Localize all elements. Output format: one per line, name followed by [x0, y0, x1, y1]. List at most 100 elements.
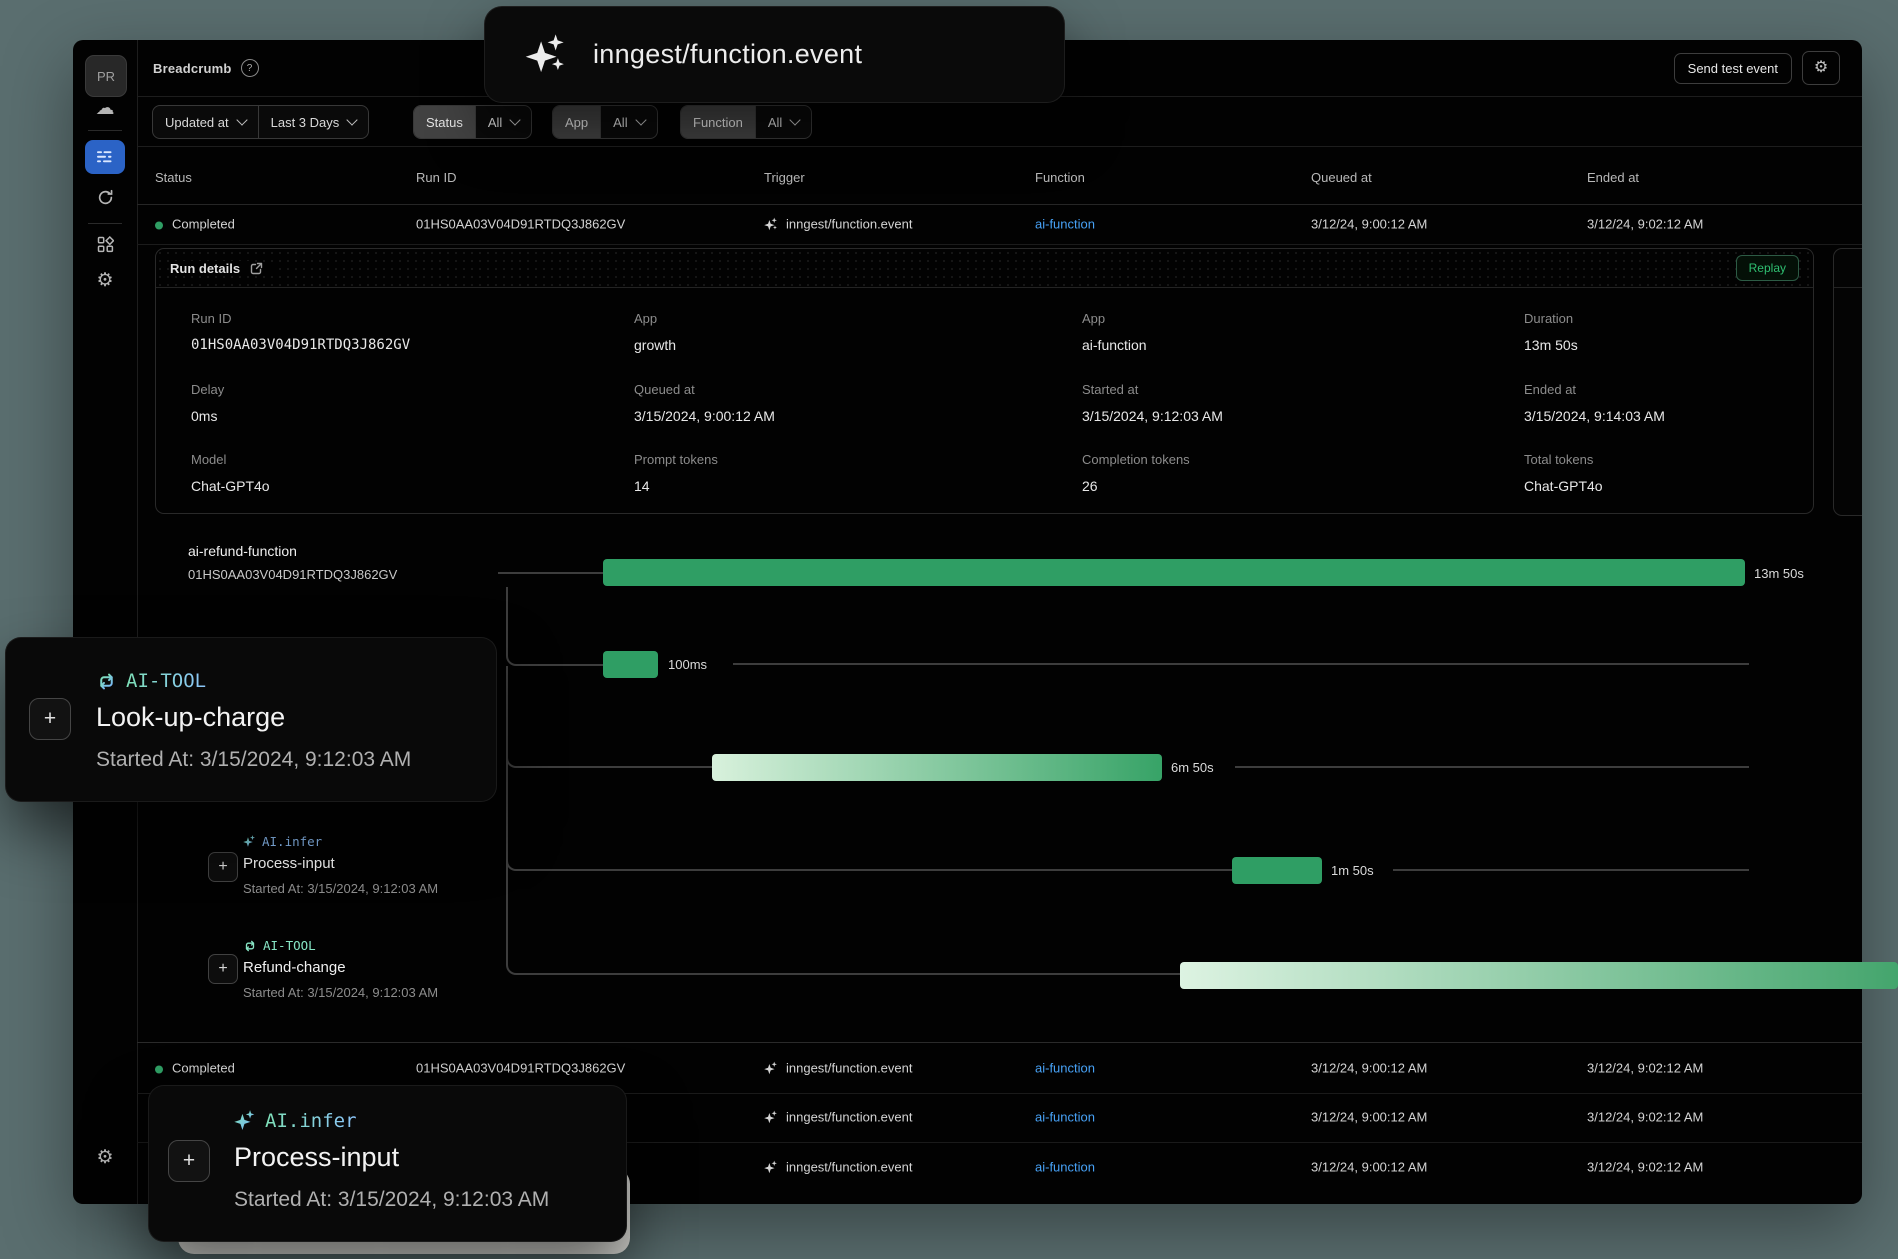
sparkles-icon [764, 1160, 778, 1174]
function-filter-label: Function [681, 106, 755, 138]
field-label: Prompt tokens [634, 452, 718, 467]
table-row[interactable]: Completed 01HS0AA03V04D91RTDQ3J862GV inn… [137, 204, 1862, 245]
table-header: Status Run ID Trigger Function Queued at… [137, 146, 1862, 205]
field-value: 14 [634, 478, 650, 494]
expand-step-button[interactable]: + [29, 698, 71, 740]
trace-bar-root[interactable] [603, 559, 1745, 586]
replay-button[interactable]: Replay [1736, 255, 1799, 281]
field-value: 3/15/2024, 9:12:03 AM [1082, 408, 1223, 424]
function-link[interactable]: ai-function [1035, 1160, 1095, 1175]
duration-label: 100ms [668, 657, 707, 672]
plus-icon: + [44, 707, 56, 731]
external-link-icon[interactable] [250, 262, 275, 275]
step-tooltip-ai-tool: + AI-TOOL Look-up-charge Started At: 3/1… [5, 637, 497, 802]
expand-step-button[interactable]: + [168, 1140, 210, 1182]
run-details-panel: Run details Replay Run ID 01HS0AA03V04D9… [155, 248, 1814, 514]
col-ended: Ended at [1587, 170, 1639, 185]
sparkles-icon [243, 835, 256, 848]
run-details-header: Run details Replay [156, 249, 1813, 288]
trace-bar-100ms[interactable] [603, 651, 658, 678]
function-filter-value[interactable]: All [755, 106, 811, 138]
chevron-down-icon [347, 114, 358, 125]
function-link[interactable]: ai-function [1035, 217, 1095, 232]
step-name: Process-input [234, 1142, 399, 1173]
breadcrumb: Breadcrumb [153, 61, 232, 76]
sparkles-icon [764, 1110, 778, 1124]
sidebar-divider [88, 223, 122, 224]
step-started-at: Started At: 3/15/2024, 9:12:03 AM [96, 748, 411, 772]
event-name: inngest/function.event [593, 39, 862, 70]
expand-step-button[interactable]: + [208, 852, 238, 882]
step-kind-badge: AI.infer [243, 834, 322, 849]
field-label: Completion tokens [1082, 452, 1190, 467]
plus-icon: + [218, 961, 227, 977]
filter-bar: Updated at Last 3 Days Status All App Al… [137, 97, 1862, 147]
field-value: 3/15/2024, 9:14:03 AM [1524, 408, 1665, 424]
event-pill: inngest/function.event [484, 6, 1065, 103]
sparkles-icon [234, 1110, 256, 1132]
plus-icon: + [183, 1149, 195, 1173]
trace-root-name[interactable]: ai-refund-function [188, 543, 297, 559]
step-name[interactable]: Process-input [243, 855, 335, 872]
col-status: Status [155, 170, 192, 185]
status-filter[interactable]: Status All [413, 105, 532, 139]
duration-label: 6m 50s [1171, 760, 1214, 775]
field-value: 3/15/2024, 9:00:12 AM [634, 408, 775, 424]
app-filter[interactable]: App All [552, 105, 658, 139]
trace-bar-1m50s[interactable] [1232, 857, 1322, 884]
plus-icon: + [218, 859, 227, 875]
gear-icon-bottom[interactable]: ⚙ [73, 1148, 137, 1167]
function-filter[interactable]: Function All [680, 105, 812, 139]
trace-bar-6m50s[interactable] [712, 754, 1162, 781]
sort-range-dropdown: Updated at Last 3 Days [152, 105, 369, 139]
field-label: Model [191, 452, 226, 467]
col-queued: Queued at [1311, 170, 1372, 185]
repeat-icon [96, 671, 117, 692]
status-dot [155, 221, 163, 229]
function-link[interactable]: ai-function [1035, 1061, 1095, 1076]
trace-track [1393, 869, 1749, 871]
cloud-icon[interactable]: ☁ [73, 99, 137, 118]
refresh-icon[interactable] [73, 189, 137, 206]
field-label: Total tokens [1524, 452, 1593, 467]
field-label: Ended at [1524, 382, 1576, 397]
status-filter-value[interactable]: All [475, 106, 531, 138]
sparkles-icon [764, 217, 778, 231]
app-filter-label: App [553, 106, 600, 138]
trace-bar-refund-change[interactable] [1180, 962, 1898, 989]
step-started-at: Started At: 3/15/2024, 9:12:03 AM [243, 881, 438, 896]
app-link[interactable]: growth [634, 337, 676, 353]
workspace-avatar[interactable]: PR [85, 55, 127, 97]
step-name[interactable]: Refund-change [243, 959, 346, 976]
sidebar-item-runs-active[interactable] [85, 140, 125, 174]
next-panel-sliver [1833, 248, 1862, 516]
step-kind-badge: AI-TOOL [243, 938, 316, 953]
step-kind-badge: AI.infer [234, 1110, 357, 1132]
step-kind-badge: AI-TOOL [96, 670, 206, 692]
chevron-down-icon [635, 114, 646, 125]
gear-icon[interactable]: ⚙ [73, 271, 137, 290]
app-link[interactable]: ai-function [1082, 337, 1147, 353]
sidebar-divider [88, 130, 122, 131]
step-started-at: Started At: 3/15/2024, 9:12:03 AM [234, 1188, 549, 1212]
field-value: Chat-GPT4o [1524, 478, 1603, 494]
settings-gear-button[interactable]: ⚙ [1802, 51, 1840, 85]
step-name: Look-up-charge [96, 702, 285, 733]
help-icon[interactable]: ? [241, 59, 259, 77]
field-value: 0ms [191, 408, 217, 424]
range-dropdown[interactable]: Last 3 Days [258, 106, 369, 138]
function-link[interactable]: ai-function [1035, 1110, 1095, 1125]
send-test-event-button[interactable]: Send test event [1674, 53, 1792, 84]
field-label: App [1082, 311, 1105, 326]
field-label: Run ID [191, 311, 231, 326]
app-filter-value[interactable]: All [600, 106, 656, 138]
chevron-down-icon [510, 114, 521, 125]
sort-dropdown[interactable]: Updated at [153, 106, 258, 138]
apps-grid-icon[interactable] [73, 236, 137, 253]
field-label: Queued at [634, 382, 695, 397]
col-function: Function [1035, 170, 1085, 185]
expand-step-button[interactable]: + [208, 954, 238, 984]
step-tooltip-ai-infer: + AI.infer Process-input Started At: 3/1… [148, 1085, 627, 1242]
duration-label: 1m 50s [1331, 863, 1374, 878]
repeat-icon [243, 939, 257, 953]
